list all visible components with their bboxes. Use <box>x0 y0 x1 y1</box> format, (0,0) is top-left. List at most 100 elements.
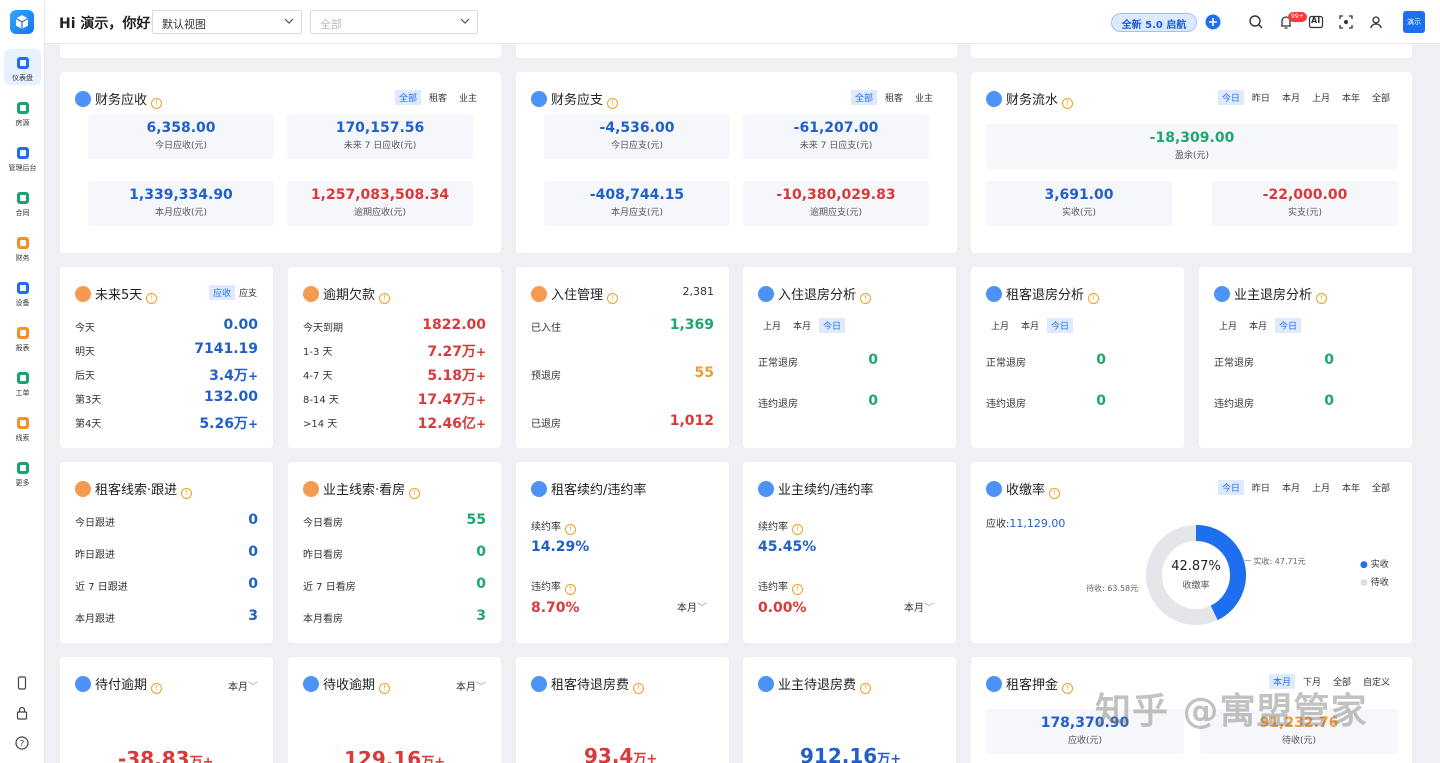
tab-period[interactable]: 今日 <box>1275 318 1302 333</box>
info-icon[interactable]: ! <box>565 584 576 595</box>
sidebar-item-finance[interactable]: 财务 <box>0 229 45 265</box>
sidebar-item-dashboard[interactable]: 仪表盘 <box>4 49 41 85</box>
list-item[interactable]: 预退房 55 <box>531 365 714 385</box>
stat-overdue[interactable]: -10,380,029.83 逾期应支(元) <box>743 181 929 226</box>
help-icon[interactable]: ? <box>15 736 29 750</box>
tab-this-month[interactable]: 本月 <box>1278 480 1304 495</box>
period-dropdown[interactable]: 本月﹀ <box>456 678 486 693</box>
info-icon[interactable]: ! <box>1049 488 1061 499</box>
service-icon[interactable] <box>1368 14 1384 30</box>
tab-owner[interactable]: 业主 <box>455 90 481 105</box>
list-item[interactable]: 8-14 天 17.47万+ <box>303 391 486 409</box>
period-dropdown[interactable]: 本月﹀ <box>904 599 934 614</box>
sidebar-item-report[interactable]: 报表 <box>0 319 45 355</box>
info-icon[interactable]: ! <box>607 98 619 109</box>
tab-tenant[interactable]: 租客 <box>881 90 907 105</box>
sidebar-item-more[interactable]: 更多 <box>0 454 45 490</box>
sidebar-item-leads[interactable]: 线索 <box>0 409 45 445</box>
view-select[interactable]: 默认视图 <box>152 10 302 34</box>
tab-today[interactable]: 今日 <box>1217 480 1244 495</box>
list-item[interactable]: 近 7 日跟进 0 <box>75 576 258 596</box>
info-icon[interactable]: ! <box>860 683 872 694</box>
list-item[interactable]: 昨日跟进 0 <box>75 544 258 564</box>
tab-yesterday[interactable]: 昨日 <box>1248 90 1274 105</box>
tab-last-month[interactable]: 上月 <box>1308 480 1334 495</box>
tab-period[interactable]: 本月 <box>1017 318 1043 333</box>
info-icon[interactable]: ! <box>1088 293 1100 304</box>
tab-period[interactable]: 本月 <box>789 318 815 333</box>
add-icon[interactable] <box>1205 14 1221 30</box>
info-icon[interactable]: ! <box>792 584 803 595</box>
list-item[interactable]: 已入住 1,369 <box>531 317 714 337</box>
stat-received[interactable]: 3,691.00 实收(元) <box>986 181 1172 226</box>
tab-period[interactable]: 本月 <box>1245 318 1271 333</box>
tab-receivable[interactable]: 应收 <box>208 285 235 300</box>
list-item[interactable]: 违约退房 0 <box>986 393 1106 413</box>
tab-all[interactable]: 全部 <box>394 90 421 105</box>
tab-today[interactable]: 今日 <box>1217 90 1244 105</box>
tab-all[interactable]: 全部 <box>1368 480 1394 495</box>
stat-today[interactable]: -4,536.00 今日应支(元) <box>544 114 730 159</box>
tab-this-month[interactable]: 本月 <box>1278 90 1304 105</box>
info-icon[interactable]: ! <box>1062 98 1074 109</box>
list-item[interactable]: 今天到期 1822.00 <box>303 317 486 337</box>
tab-period[interactable]: 今日 <box>819 318 846 333</box>
period-dropdown[interactable]: 本月﹀ <box>228 678 258 693</box>
tab-period[interactable]: 今日 <box>1047 318 1074 333</box>
ai-icon[interactable]: AI <box>1308 14 1324 30</box>
info-icon[interactable]: ! <box>151 683 163 694</box>
list-item[interactable]: 本月看房 3 <box>303 608 486 628</box>
sidebar-item-workorder[interactable]: 工单 <box>0 364 45 400</box>
list-item[interactable]: 今日看房 55 <box>303 512 486 532</box>
tab-tenant[interactable]: 租客 <box>425 90 451 105</box>
info-icon[interactable]: ! <box>792 524 803 535</box>
list-item[interactable]: 今天 0.00 <box>75 317 258 337</box>
search-icon[interactable] <box>1248 14 1264 30</box>
info-icon[interactable]: ! <box>409 488 421 499</box>
tab-owner[interactable]: 业主 <box>911 90 937 105</box>
stat-paid[interactable]: -22,000.00 实支(元) <box>1212 181 1398 226</box>
tab-last-month[interactable]: 上月 <box>1308 90 1334 105</box>
tab-this-year[interactable]: 本年 <box>1338 90 1364 105</box>
scan-icon[interactable] <box>1338 14 1354 30</box>
tab-yesterday[interactable]: 昨日 <box>1248 480 1274 495</box>
tab-period[interactable]: 上月 <box>987 318 1013 333</box>
sidebar-item-device[interactable]: 设备 <box>0 274 45 310</box>
tab-period[interactable]: 上月 <box>1215 318 1241 333</box>
list-item[interactable]: 后天 3.4万+ <box>75 367 258 385</box>
info-icon[interactable]: ! <box>146 293 158 304</box>
tab-all[interactable]: 全部 <box>1368 90 1394 105</box>
tab-payable[interactable]: 应支 <box>235 285 261 300</box>
list-item[interactable]: 本月跟进 3 <box>75 608 258 628</box>
list-item[interactable]: 违约退房 0 <box>758 393 878 413</box>
info-icon[interactable]: ! <box>607 293 619 304</box>
info-icon[interactable]: ! <box>565 524 576 535</box>
info-icon[interactable]: ! <box>151 98 163 109</box>
app-logo[interactable] <box>10 10 34 34</box>
list-item[interactable]: 今日跟进 0 <box>75 512 258 532</box>
mobile-icon[interactable] <box>15 676 29 690</box>
stat-overdue[interactable]: 1,257,083,508.34 逾期应收(元) <box>287 181 473 226</box>
stat-next7[interactable]: 170,157.56 未来 7 日应收(元) <box>287 114 473 159</box>
list-item[interactable]: 1-3 天 7.27万+ <box>303 343 486 361</box>
info-icon[interactable]: ! <box>379 683 391 694</box>
list-item[interactable]: >14 天 12.46亿+ <box>303 415 486 433</box>
list-item[interactable]: 已退房 1,012 <box>531 413 714 433</box>
lock-icon[interactable] <box>15 706 29 720</box>
info-icon[interactable]: ! <box>860 293 872 304</box>
scope-select[interactable]: 全部 <box>310 10 478 34</box>
list-item[interactable]: 昨日看房 0 <box>303 544 486 564</box>
info-icon[interactable]: ! <box>181 488 193 499</box>
avatar[interactable]: 演示 <box>1403 11 1425 33</box>
stat-today[interactable]: 6,358.00 今日应收(元) <box>88 114 274 159</box>
upgrade-banner[interactable]: 全新 5.0 启航 <box>1111 13 1197 32</box>
list-item[interactable]: 正常退房 0 <box>758 352 878 372</box>
list-item[interactable]: 违约退房 0 <box>1214 393 1334 413</box>
info-icon[interactable]: ! <box>379 293 391 304</box>
info-icon[interactable]: ! <box>633 683 645 694</box>
info-icon[interactable]: ! <box>1316 293 1328 304</box>
list-item[interactable]: 正常退房 0 <box>986 352 1106 372</box>
tab-this-year[interactable]: 本年 <box>1338 480 1364 495</box>
tab-all[interactable]: 全部 <box>850 90 877 105</box>
sidebar-item-house[interactable]: 房源 <box>0 94 45 130</box>
